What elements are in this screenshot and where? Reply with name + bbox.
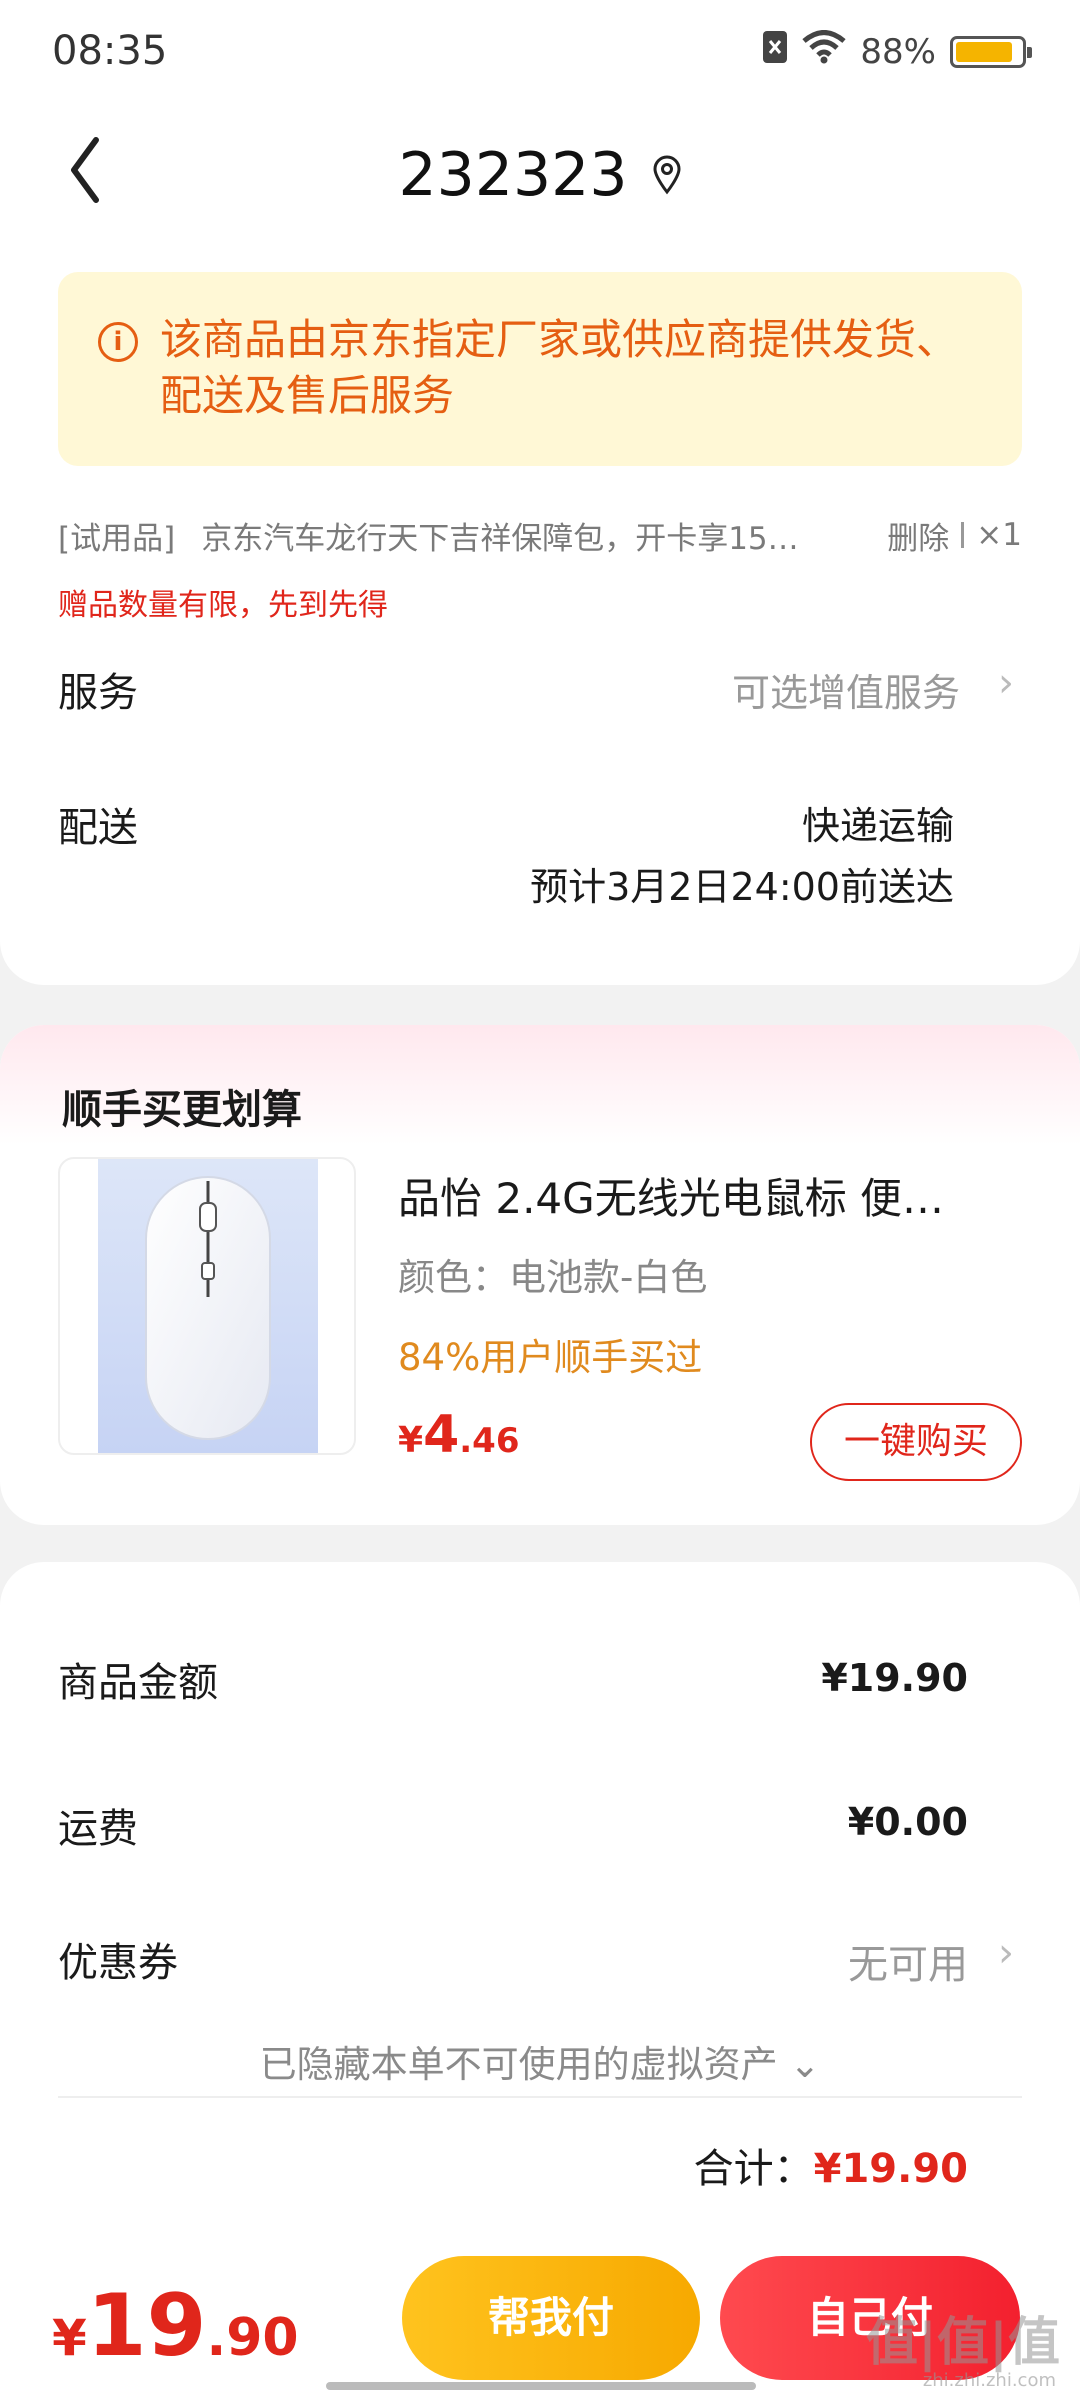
notice-banner: i 该商品由京东指定厂家或供应商提供发货、配送及售后服务 bbox=[58, 272, 1022, 466]
product-price: ¥4.46 bbox=[398, 1405, 519, 1465]
product-purchase-rate: 84%用户顺手买过 bbox=[398, 1336, 703, 1379]
hidden-assets-toggle[interactable]: 已隐藏本单不可使用的虚拟资产 ⌄ bbox=[0, 2034, 1080, 2088]
order-total: 合计：¥19.90 bbox=[694, 2136, 968, 2194]
gift-tag: [试用品] bbox=[58, 520, 176, 557]
price-dec: .46 bbox=[459, 1421, 520, 1461]
location-pin-icon[interactable] bbox=[652, 140, 682, 210]
gift-delete-button[interactable]: 删除 bbox=[887, 513, 949, 558]
watermark-logo: 值|值|值 bbox=[866, 2313, 1060, 2373]
home-indicator[interactable] bbox=[326, 2382, 756, 2390]
page-title-text: 232323 bbox=[398, 140, 628, 210]
goods-amount-label: 商品金额 bbox=[58, 1660, 218, 1706]
service-label: 服务 bbox=[58, 670, 138, 716]
gift-note: 赠品数量有限，先到先得 bbox=[58, 588, 388, 623]
delivery-method: 快递运输 bbox=[801, 804, 954, 848]
hidden-assets-text: 已隐藏本单不可使用的虚拟资产 bbox=[259, 2043, 778, 2086]
bottom-price-symbol: ¥ bbox=[52, 2309, 87, 2367]
info-icon: i bbox=[98, 322, 138, 362]
wifi-icon bbox=[802, 30, 847, 73]
watermark-url: zhi.zhi.zhi.com bbox=[922, 2370, 1056, 2391]
gift-row: [试用品] 京东汽车龙行天下吉祥保障包，开卡享15… 删除 ×1 bbox=[58, 510, 1022, 560]
bottom-price-int: 19 bbox=[86, 2276, 207, 2376]
divider bbox=[58, 2096, 1022, 2098]
coupon-value[interactable]: 无可用 bbox=[848, 1932, 968, 1990]
page-title: 232323 bbox=[0, 140, 1080, 210]
bottom-price-dec: .90 bbox=[206, 2308, 299, 2368]
goods-amount-value: ¥19.90 bbox=[821, 1656, 968, 1700]
coupon-label: 优惠券 bbox=[58, 1940, 178, 1986]
product-color: 颜色：电池款-白色 bbox=[398, 1256, 708, 1299]
chevron-down-icon: ⌄ bbox=[789, 2043, 821, 2086]
mouse-image bbox=[145, 1176, 271, 1440]
recommend-card: 顺手买更划算 品怡 2.4G无线光电鼠标 便… 颜色：电池款-白色 84%用户顺… bbox=[0, 1025, 1080, 1525]
service-value[interactable]: 可选增值服务 bbox=[732, 662, 960, 717]
sim-icon bbox=[762, 30, 788, 73]
price-int: 4 bbox=[423, 1405, 460, 1465]
total-label: 合计： bbox=[693, 2146, 814, 2192]
shipping-label: 运费 bbox=[58, 1806, 138, 1852]
gift-quantity: ×1 bbox=[976, 517, 1022, 553]
gift-divider bbox=[961, 522, 965, 548]
notice-text: 该商品由京东指定厂家或供应商提供发货、配送及售后服务 bbox=[160, 315, 959, 420]
product-name[interactable]: 品怡 2.4G无线光电鼠标 便… bbox=[398, 1165, 988, 1226]
status-icons: 88% bbox=[762, 30, 1032, 73]
shipping-value: ¥0.00 bbox=[847, 1800, 968, 1844]
total-value: ¥19.90 bbox=[813, 2146, 968, 2192]
gift-actions: 删除 ×1 bbox=[887, 513, 1022, 558]
chevron-right-icon[interactable]: › bbox=[998, 1930, 1014, 1976]
battery-level bbox=[956, 41, 1013, 62]
delivery-label: 配送 bbox=[58, 805, 138, 851]
battery-icon bbox=[950, 35, 1032, 68]
status-time: 08:35 bbox=[52, 28, 168, 74]
price-symbol: ¥ bbox=[398, 1420, 424, 1461]
help-me-pay-button[interactable]: 帮我付 bbox=[402, 2256, 700, 2380]
one-click-buy-button[interactable]: 一键购买 bbox=[810, 1403, 1022, 1481]
delivery-eta: 预计3月2日24:00前送达 bbox=[530, 865, 954, 909]
product-image[interactable] bbox=[58, 1157, 356, 1455]
chevron-right-icon[interactable]: › bbox=[998, 660, 1014, 706]
battery-percent: 88% bbox=[860, 31, 936, 72]
gift-name[interactable]: 京东汽车龙行天下吉祥保障包，开卡享15… bbox=[201, 513, 841, 558]
recommend-title: 顺手买更划算 bbox=[62, 1087, 302, 1133]
bottom-price: ¥19.90 bbox=[52, 2276, 299, 2376]
